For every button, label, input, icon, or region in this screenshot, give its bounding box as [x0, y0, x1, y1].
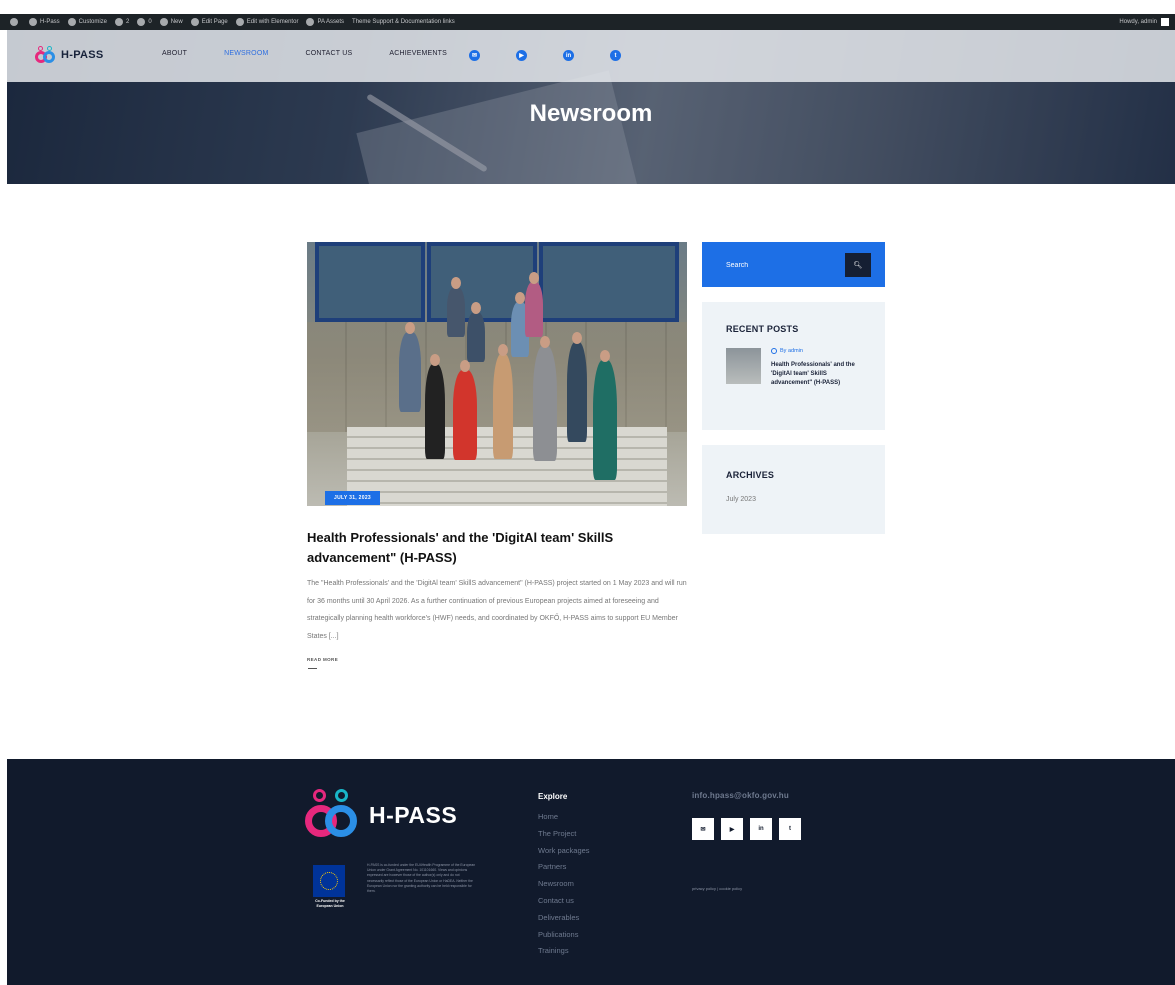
recent-post-title[interactable]: Health Professionals' and the 'DigitAl t…: [771, 361, 863, 388]
eu-disclaimer: H-PASS is co-funded under the EU4Health …: [367, 863, 476, 894]
site-logo-text: H-PASS: [61, 49, 104, 61]
footer-explore-title: Explore: [538, 792, 568, 801]
footer-email-link[interactable]: info.hpass@okfo.gov.hu: [692, 791, 789, 800]
nav-contact-us[interactable]: CONTACT US: [306, 50, 353, 57]
archives-widget: ARCHIVES July 2023: [702, 445, 885, 534]
hpass-logo-icon: [35, 46, 57, 64]
admin-account-menu[interactable]: Howdy, admin: [1119, 14, 1169, 30]
site-header: H-PASS ABOUT NEWSROOM CONTACT US ACHIEVE…: [7, 30, 1175, 82]
footer-link-work-packages[interactable]: Work packages: [538, 846, 590, 863]
avatar: [1161, 18, 1169, 26]
footer-link-trainings[interactable]: Trainings: [538, 946, 590, 963]
wordpress-logo-icon[interactable]: [10, 18, 21, 26]
pencil-icon: [190, 18, 199, 26]
home-icon: [29, 18, 37, 26]
footer-link-publications[interactable]: Publications: [538, 930, 590, 947]
post-date-badge: JULY 31, 2023: [325, 491, 380, 505]
admin-elementor-link[interactable]: Edit with Elementor: [235, 18, 298, 26]
youtube-icon[interactable]: ▶: [721, 818, 743, 840]
footer-social-links: ✉ ▶ in t: [692, 818, 808, 840]
footer-logo-text: H-PASS: [369, 801, 458, 828]
footer-policy-links[interactable]: privacy policy | cookie policy: [692, 886, 742, 891]
admin-site-link[interactable]: H-Pass: [29, 18, 60, 26]
header-social-links: ✉ ▶ in t: [469, 50, 657, 61]
footer-links: Home The Project Work packages Partners …: [538, 812, 590, 963]
site-footer: H-PASS Co-Funded by the European Union H…: [7, 759, 1175, 985]
footer-link-partners[interactable]: Partners: [538, 862, 590, 879]
comment-icon: [137, 18, 146, 26]
admin-new-link[interactable]: New: [159, 18, 183, 26]
eu-caption: Co-Funded by the European Union: [315, 899, 345, 908]
post-title[interactable]: Health Professionals' and the 'DigitAl t…: [307, 528, 667, 568]
main-nav: ABOUT NEWSROOM CONTACT US ACHIEVEMENTS: [162, 50, 484, 57]
nav-newsroom[interactable]: NEWSROOM: [224, 50, 268, 57]
page-title: Newsroom: [529, 100, 653, 127]
admin-edit-page-link[interactable]: Edit Page: [190, 18, 228, 26]
twitter-icon[interactable]: t: [779, 818, 801, 840]
user-icon: [771, 348, 777, 354]
search-widget: 🔍︎: [702, 242, 885, 287]
search-input[interactable]: [717, 253, 845, 277]
recent-post-thumbnail[interactable]: [726, 348, 761, 384]
twitter-icon[interactable]: t: [610, 50, 621, 61]
footer-link-the-project[interactable]: The Project: [538, 829, 590, 846]
post-excerpt: The "Health Professionals' and the 'Digi…: [307, 580, 687, 640]
email-icon[interactable]: ✉: [692, 818, 714, 840]
linkedin-icon[interactable]: in: [750, 818, 772, 840]
eu-flag-icon: [313, 865, 345, 897]
footer-link-home[interactable]: Home: [538, 812, 590, 829]
admin-bar: H-Pass Customize 2 0 New Edit Page Edit …: [0, 14, 1175, 30]
brush-icon: [67, 18, 76, 26]
search-icon: 🔍︎: [853, 262, 863, 269]
admin-pa-assets-link[interactable]: PA Assets: [306, 18, 344, 26]
footer-link-deliverables[interactable]: Deliverables: [538, 913, 590, 930]
admin-customize-link[interactable]: Customize: [67, 18, 107, 26]
admin-updates-link[interactable]: 2: [115, 18, 129, 26]
admin-theme-support-link[interactable]: Theme Support & Documentation links: [352, 19, 455, 25]
footer-logo[interactable]: H-PASS: [305, 789, 457, 841]
admin-comments-link[interactable]: 0: [137, 18, 152, 26]
recent-post-author[interactable]: By admin: [771, 348, 803, 354]
updates-icon: [115, 18, 124, 26]
nav-about[interactable]: ABOUT: [162, 50, 187, 57]
read-more-underline: [308, 668, 317, 669]
site-logo[interactable]: H-PASS: [35, 46, 104, 64]
read-more-link[interactable]: READ MORE: [307, 657, 338, 662]
recent-posts-widget: RECENT POSTS By admin Health Professiona…: [702, 302, 885, 430]
hpass-logo-icon: [305, 789, 361, 841]
youtube-icon[interactable]: ▶: [516, 50, 527, 61]
footer-link-newsroom[interactable]: Newsroom: [538, 879, 590, 896]
page-hero: H-PASS ABOUT NEWSROOM CONTACT US ACHIEVE…: [7, 30, 1175, 184]
email-icon[interactable]: ✉: [469, 50, 480, 61]
gear-icon: [306, 18, 315, 26]
plus-icon: [159, 18, 168, 26]
elementor-icon: [235, 18, 244, 26]
archives-title: ARCHIVES: [726, 470, 775, 480]
recent-posts-title: RECENT POSTS: [726, 324, 799, 334]
search-button[interactable]: 🔍︎: [845, 253, 871, 277]
post-featured-image[interactable]: [307, 242, 687, 506]
linkedin-icon[interactable]: in: [563, 50, 574, 61]
archive-link[interactable]: July 2023: [726, 496, 756, 503]
nav-achievements[interactable]: ACHIEVEMENTS: [389, 50, 447, 57]
footer-link-contact-us[interactable]: Contact us: [538, 896, 590, 913]
